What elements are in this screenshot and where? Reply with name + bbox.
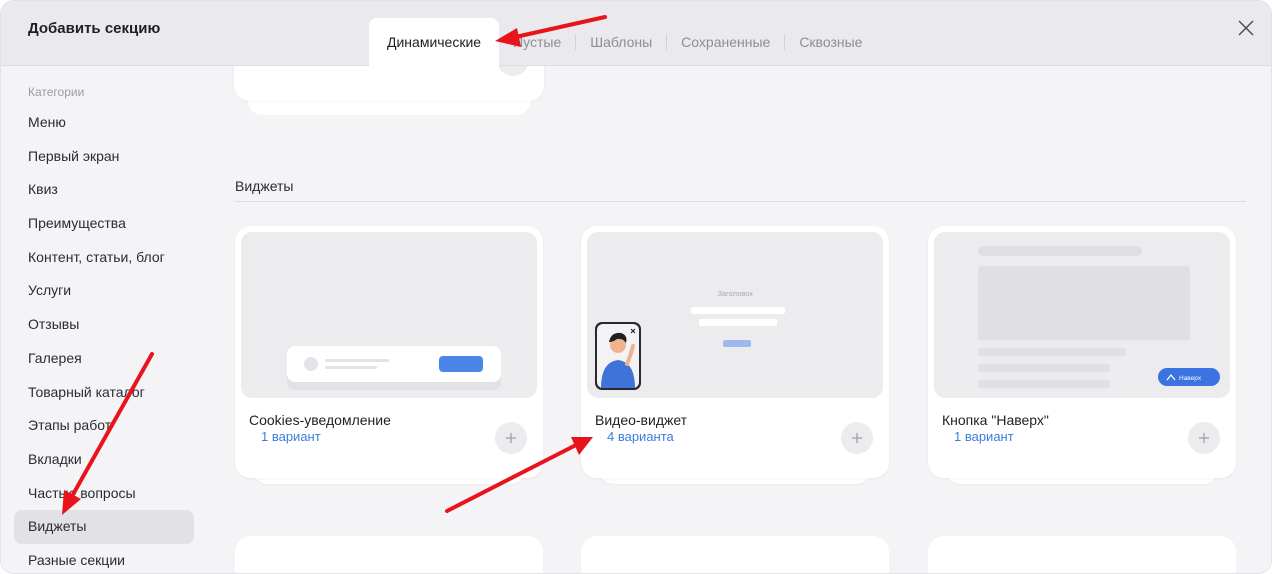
- widget-card[interactable]: [928, 536, 1236, 573]
- card-title: Cookies-уведомление: [249, 412, 391, 428]
- categories-list: Меню Первый экран Квиз Преимущества Конт…: [14, 106, 194, 573]
- card-stack-shadow: [248, 101, 530, 115]
- card-variants-link[interactable]: 1 вариант: [954, 429, 1014, 444]
- add-section-button[interactable]: [841, 422, 873, 454]
- dialog-title: Добавить секцию: [28, 20, 161, 37]
- categories-sidebar: Категории Меню Первый экран Квиз Преимущ…: [1, 66, 211, 573]
- dialog-header: Добавить секцию Динамические Пустые Шабл…: [1, 1, 1271, 66]
- sidebar-item-first-screen[interactable]: Первый экран: [14, 140, 194, 174]
- card-body: Cookies-уведомление 1 вариант: [235, 226, 543, 478]
- tab-global[interactable]: Сквозные: [785, 18, 876, 66]
- tab-dynamic-label: Динамические: [387, 34, 482, 50]
- sidebar-item-tabs[interactable]: Вкладки: [14, 443, 194, 477]
- tab-saved-label: Сохраненные: [681, 34, 771, 50]
- preview-heading-text: Заголовок: [717, 289, 753, 298]
- card-preview-video: Заголовок: [587, 232, 883, 398]
- sidebar-item-faq[interactable]: Частые вопросы: [14, 477, 194, 511]
- tab-empty-label: Пустые: [513, 34, 562, 50]
- card-title: Кнопка "Наверх": [942, 412, 1049, 428]
- card-body: Заголовок Видео-виджет 4 варианта: [581, 226, 889, 478]
- sidebar-item-misc[interactable]: Разные секции: [14, 544, 194, 573]
- sidebar-item-reviews[interactable]: Отзывы: [14, 308, 194, 342]
- sidebar-item-widgets[interactable]: Виджеты: [14, 510, 194, 544]
- section-divider: [235, 201, 1246, 202]
- tab-bar: Динамические Пустые Шаблоны Сохраненные …: [369, 18, 876, 66]
- sidebar-item-gallery[interactable]: Галерея: [14, 342, 194, 376]
- preview-button-text: Наверх: [1179, 375, 1202, 382]
- widget-card[interactable]: [581, 536, 889, 573]
- tab-saved[interactable]: Сохраненные: [667, 18, 784, 66]
- add-section-button[interactable]: [1188, 422, 1220, 454]
- add-section-dialog: Добавить секцию Динамические Пустые Шабл…: [0, 0, 1272, 574]
- tab-templates-label: Шаблоны: [590, 34, 653, 50]
- categories-heading: Категории: [28, 85, 85, 99]
- sidebar-item-content[interactable]: Контент, статьи, блог: [14, 241, 194, 275]
- tab-dynamic[interactable]: Динамические: [369, 18, 500, 66]
- card-preview-scroll-top: Наверх: [934, 232, 1230, 398]
- widget-card-scroll-top[interactable]: Наверх Кнопка "Наверх" 1 вариант: [928, 226, 1236, 484]
- scroll-top-preview-illustration: Наверх: [978, 246, 1220, 388]
- card-variants-link[interactable]: 4 варианта: [607, 429, 674, 444]
- previous-section-card: [234, 66, 544, 101]
- sidebar-item-menu[interactable]: Меню: [14, 106, 194, 140]
- tab-templates[interactable]: Шаблоны: [576, 18, 666, 66]
- add-section-button[interactable]: [495, 422, 527, 454]
- widget-card-video[interactable]: Заголовок Видео-виджет 4 варианта: [581, 226, 889, 484]
- card-body: Наверх Кнопка "Наверх" 1 вариант: [928, 226, 1236, 478]
- sidebar-item-quiz[interactable]: Квиз: [14, 173, 194, 207]
- widget-card[interactable]: [235, 536, 543, 573]
- video-preview-illustration: Заголовок: [595, 289, 785, 390]
- card-variants-link[interactable]: 1 вариант: [261, 429, 321, 444]
- cookies-preview-illustration: [287, 346, 501, 390]
- close-button[interactable]: [1235, 17, 1257, 39]
- tab-empty[interactable]: Пустые: [499, 18, 575, 66]
- sections-content: Виджеты Cookies-уведомление 1 вариант За…: [211, 66, 1271, 573]
- sidebar-item-stages[interactable]: Этапы работ: [14, 409, 194, 443]
- tab-global-label: Сквозные: [799, 34, 863, 50]
- sidebar-item-services[interactable]: Услуги: [14, 274, 194, 308]
- plus-icon: [1199, 433, 1209, 443]
- sidebar-item-advantages[interactable]: Преимущества: [14, 207, 194, 241]
- card-preview-cookies: [241, 232, 537, 398]
- section-title-widgets: Виджеты: [235, 178, 294, 194]
- card-title: Видео-виджет: [595, 412, 688, 428]
- close-icon: [1238, 20, 1254, 36]
- plus-icon: [852, 433, 862, 443]
- widget-card-cookies[interactable]: Cookies-уведомление 1 вариант: [235, 226, 543, 484]
- plus-icon: [506, 433, 516, 443]
- sidebar-item-catalog[interactable]: Товарный каталог: [14, 376, 194, 410]
